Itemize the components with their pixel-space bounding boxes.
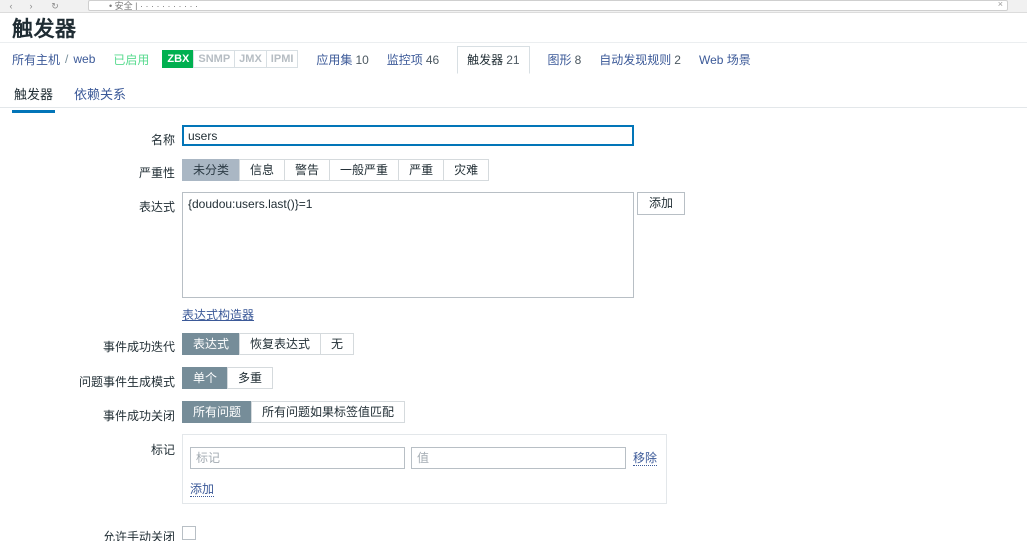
problem-event-mode-option-single[interactable]: 单个 bbox=[182, 367, 228, 389]
label-allow-manual-close: 允许手动关闭 bbox=[102, 530, 175, 541]
allow-manual-close-checkbox[interactable] bbox=[182, 526, 196, 540]
nav-items[interactable]: 监控项 46 bbox=[387, 51, 439, 68]
label-severity: 严重性 bbox=[138, 166, 175, 180]
badge-snmp[interactable]: SNMP bbox=[193, 50, 235, 68]
nav-discovery-rules-label: 自动发现规则 bbox=[599, 52, 672, 67]
nav-applications[interactable]: 应用集 10 bbox=[316, 51, 368, 68]
severity-option-high[interactable]: 严重 bbox=[398, 159, 444, 181]
label-expression: 表达式 bbox=[138, 200, 175, 214]
ok-event-generation-selector: 表达式 恢复表达式 无 bbox=[182, 333, 355, 355]
forward-arrow-icon[interactable]: › bbox=[26, 1, 36, 11]
ok-event-generation-option-none[interactable]: 无 bbox=[320, 333, 355, 355]
label-ok-event-closes: 事件成功关闭 bbox=[102, 409, 175, 423]
back-arrow-icon[interactable]: ‹ bbox=[6, 1, 16, 11]
tag-name-input[interactable] bbox=[190, 447, 405, 469]
header-divider bbox=[0, 42, 1027, 43]
nav-triggers-label: 触发器 bbox=[467, 53, 504, 67]
ok-event-generation-option-recovery-expression[interactable]: 恢复表达式 bbox=[239, 333, 321, 355]
breadcrumb: 所有主机 / web 已启用 ZBX SNMP JMX IPMI 应用集 10 监… bbox=[0, 46, 1027, 74]
tab-dependencies[interactable]: 依赖关系 bbox=[72, 79, 128, 110]
severity-option-disaster[interactable]: 灾难 bbox=[443, 159, 490, 181]
browser-chrome-strip: ‹ › ↻ • 安全 | · · · · · · · · · · · × bbox=[0, 0, 1027, 13]
tags-container: 移除 添加 bbox=[182, 434, 667, 504]
nav-web-scenarios-label: Web 场景 bbox=[698, 52, 751, 67]
close-icon[interactable]: × bbox=[998, 1, 1003, 9]
nav-triggers[interactable]: 触发器 21 bbox=[457, 46, 530, 74]
ok-event-closes-option-all-problems-if-tag-values-match[interactable]: 所有问题如果标签值匹配 bbox=[251, 401, 406, 423]
reload-icon[interactable]: ↻ bbox=[50, 1, 60, 11]
nav-applications-label: 应用集 bbox=[316, 52, 353, 67]
nav-discovery-rules-count: 2 bbox=[674, 52, 681, 67]
tab-trigger[interactable]: 触发器 bbox=[12, 79, 56, 113]
ok-event-closes-option-all-problems[interactable]: 所有问题 bbox=[182, 401, 252, 423]
severity-selector: 未分类 信息 警告 一般严重 严重 灾难 bbox=[182, 159, 490, 181]
expression-textarea[interactable] bbox=[182, 192, 634, 298]
ok-event-generation-option-expression[interactable]: 表达式 bbox=[182, 333, 240, 355]
breadcrumb-host[interactable]: web bbox=[73, 52, 95, 66]
expression-constructor-link[interactable]: 表达式构造器 bbox=[182, 306, 254, 323]
label-ok-event-generation: 事件成功迭代 bbox=[102, 340, 175, 354]
app-screen: ‹ › ↻ • 安全 | · · · · · · · · · · · × 触发器… bbox=[0, 0, 1027, 541]
expression-add-button[interactable]: 添加 bbox=[637, 192, 685, 215]
badge-zbx[interactable]: ZBX bbox=[162, 50, 194, 68]
tag-remove-link[interactable]: 移除 bbox=[633, 451, 658, 466]
browser-url-text: • 安全 | · · · · · · · · · · · bbox=[109, 1, 198, 11]
severity-option-warning[interactable]: 警告 bbox=[284, 159, 330, 181]
tag-add-link[interactable]: 添加 bbox=[190, 482, 215, 497]
severity-option-not-classified[interactable]: 未分类 bbox=[182, 159, 240, 181]
label-tags: 标记 bbox=[150, 443, 175, 457]
ok-event-closes-selector: 所有问题 所有问题如果标签值匹配 bbox=[182, 401, 406, 423]
label-name: 名称 bbox=[150, 133, 175, 147]
form-tabs: 触发器 依赖关系 bbox=[0, 79, 1027, 113]
nav-graphs-label: 图形 bbox=[547, 52, 572, 67]
label-problem-event-generation-mode: 问题事件生成模式 bbox=[78, 375, 175, 389]
severity-option-information[interactable]: 信息 bbox=[239, 159, 285, 181]
name-input[interactable] bbox=[182, 125, 634, 146]
breadcrumb-all-hosts[interactable]: 所有主机 bbox=[12, 51, 60, 68]
page-title: 触发器 bbox=[12, 18, 77, 41]
tag-value-input[interactable] bbox=[411, 447, 626, 469]
problem-event-mode-option-multiple[interactable]: 多重 bbox=[227, 367, 274, 389]
breadcrumb-separator: / bbox=[65, 52, 69, 66]
nav-web-scenarios[interactable]: Web 场景 bbox=[699, 51, 751, 68]
nav-graphs[interactable]: 图形 8 bbox=[548, 51, 582, 68]
nav-triggers-count: 21 bbox=[506, 53, 520, 67]
nav-items-count: 46 bbox=[425, 52, 440, 67]
host-interface-badges: ZBX SNMP JMX IPMI bbox=[162, 50, 299, 68]
nav-graphs-count: 8 bbox=[574, 52, 582, 67]
badge-jmx[interactable]: JMX bbox=[234, 50, 266, 68]
nav-applications-count: 10 bbox=[355, 52, 369, 67]
problem-event-generation-mode-selector: 单个 多重 bbox=[182, 367, 274, 389]
host-status-enabled[interactable]: 已启用 bbox=[113, 51, 149, 68]
browser-url-bar[interactable]: • 安全 | · · · · · · · · · · · × bbox=[88, 0, 1008, 11]
nav-discovery-rules[interactable]: 自动发现规则 2 bbox=[599, 51, 681, 68]
nav-items-label: 监控项 bbox=[386, 52, 423, 67]
severity-option-average[interactable]: 一般严重 bbox=[329, 159, 399, 181]
badge-ipmi[interactable]: IPMI bbox=[265, 50, 299, 68]
